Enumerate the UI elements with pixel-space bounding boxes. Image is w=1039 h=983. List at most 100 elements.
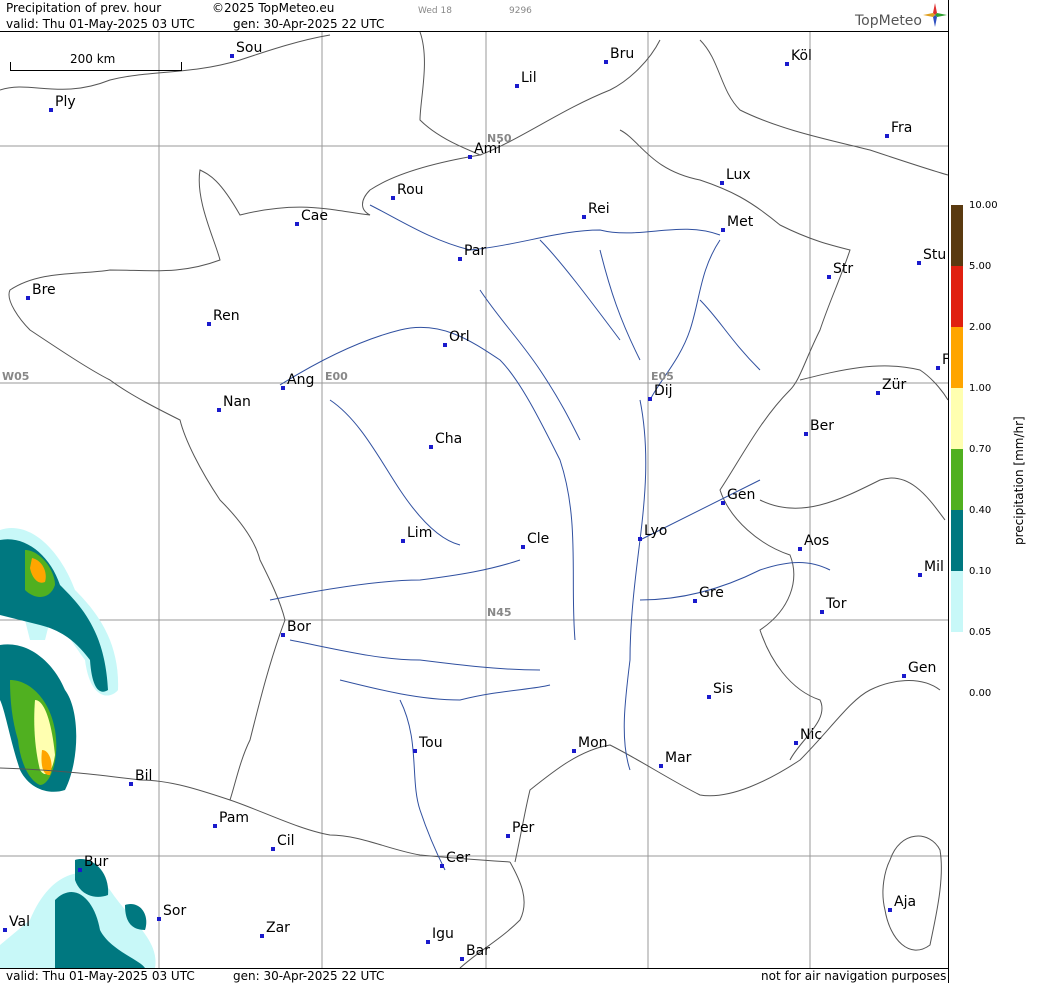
city-label: Bar — [466, 943, 490, 959]
city-marker — [460, 957, 464, 961]
city-label: Ang — [287, 372, 315, 388]
city-label: Lil — [521, 70, 537, 86]
grid-label-n45: N45 — [487, 606, 512, 619]
city-marker — [794, 741, 798, 745]
city-marker — [271, 847, 275, 851]
city-label: Zar — [266, 920, 290, 936]
city-label: Lyo — [644, 523, 668, 539]
city-label: Par — [464, 243, 487, 259]
city-label: Met — [727, 214, 754, 230]
city-label: Tou — [419, 735, 443, 751]
header-small-2: 9296 — [509, 6, 532, 16]
city-marker — [604, 60, 608, 64]
city-marker — [648, 397, 652, 401]
legend-tick-005: 0.05 — [969, 627, 992, 638]
city-marker — [720, 181, 724, 185]
grid-label-w05: W05 — [2, 370, 30, 383]
city-label: Aos — [804, 533, 830, 549]
city-label: Dij — [654, 383, 673, 399]
city-label: Sor — [163, 903, 187, 919]
legend-tick-0: 0.00 — [969, 688, 992, 699]
rivers — [269, 204, 831, 871]
brand-logo-text: TopMeteo — [855, 13, 922, 29]
city-marker — [443, 343, 447, 347]
city-label: Rei — [588, 201, 610, 217]
precipitation-map[interactable]: N50 W05 E00 E05 N45 200 km Sou Bru Köl Lil P… — [0, 32, 948, 968]
city-label: Bre — [32, 282, 56, 298]
city-marker — [888, 908, 892, 912]
city-label: Zür — [882, 377, 907, 393]
city-marker — [785, 62, 789, 66]
scale-label: 200 km — [70, 52, 116, 66]
legend-tick-04: 0.40 — [969, 505, 992, 516]
coastlines — [0, 32, 948, 968]
legend-seg-5-10 — [951, 205, 963, 266]
city-marker — [804, 432, 808, 436]
legend-tick-07: 0.70 — [969, 444, 992, 455]
city-label: Nan — [223, 394, 251, 410]
city-label: Ber — [810, 418, 834, 434]
city-marker — [902, 674, 906, 678]
city-marker — [295, 222, 299, 226]
city-marker — [458, 257, 462, 261]
city-label: Gre — [699, 585, 724, 601]
city-marker — [129, 782, 133, 786]
city-label: Bor — [287, 619, 311, 635]
city-marker — [207, 322, 211, 326]
city-marker — [721, 228, 725, 232]
city-marker — [521, 545, 525, 549]
city-label: Cha — [435, 431, 463, 447]
city-marker — [426, 940, 430, 944]
city-label: Pam — [219, 810, 250, 826]
city-marker — [391, 196, 395, 200]
city-label: Str — [833, 261, 854, 277]
city-label: F — [942, 352, 948, 368]
city-label: Orl — [449, 329, 470, 345]
legend-tick-2: 2.00 — [969, 322, 992, 333]
map-canvas — [0, 32, 948, 968]
city-label: Rou — [397, 182, 424, 198]
legend-seg-1-2 — [951, 327, 963, 388]
compass-logo-icon — [923, 3, 947, 27]
chart-title: Precipitation of prev. hour — [6, 1, 162, 15]
city-label: Lim — [407, 525, 433, 541]
city-label: Sis — [713, 681, 734, 697]
city-label: Per — [512, 820, 535, 836]
city-label: Mil — [924, 559, 944, 575]
city-marker — [230, 54, 234, 58]
legend-seg-2-5 — [951, 266, 963, 327]
city-label: Cer — [446, 850, 471, 866]
header-small-1: Wed 18 — [418, 6, 452, 16]
city-marker — [401, 539, 405, 543]
city-label: Gen — [727, 487, 756, 503]
city-label: Cae — [301, 208, 328, 224]
city-marker — [49, 108, 53, 112]
legend-tick-01: 0.10 — [969, 566, 992, 577]
city-marker — [26, 296, 30, 300]
legend-tick-5: 5.00 — [969, 261, 992, 272]
city-marker — [721, 501, 725, 505]
city-marker — [876, 391, 880, 395]
city-marker — [693, 599, 697, 603]
copyright: ©2025 TopMeteo.eu — [212, 1, 335, 15]
city-marker — [213, 824, 217, 828]
legend-seg-005-01 — [951, 571, 963, 632]
grid-label-e05: E05 — [651, 370, 674, 383]
city-label: Igu — [432, 926, 454, 942]
city-label: Sou — [236, 40, 263, 56]
city-marker — [217, 408, 221, 412]
frame-right-line — [948, 0, 949, 983]
lat-lon-grid — [0, 32, 948, 968]
city-label: Ren — [213, 308, 240, 324]
city-marker — [820, 610, 824, 614]
city-label: Fra — [891, 120, 913, 136]
precip-areas — [0, 528, 156, 968]
legend-tick-10: 10.00 — [969, 200, 998, 211]
legend-unit-label: precipitation [mm/hr] — [1012, 416, 1026, 545]
city-label: Stu — [923, 247, 947, 263]
city-label: Bur — [84, 854, 109, 870]
city-label: Cle — [527, 531, 550, 547]
city-marker — [515, 84, 519, 88]
city-marker — [918, 573, 922, 577]
legend-seg-07-1 — [951, 388, 963, 449]
